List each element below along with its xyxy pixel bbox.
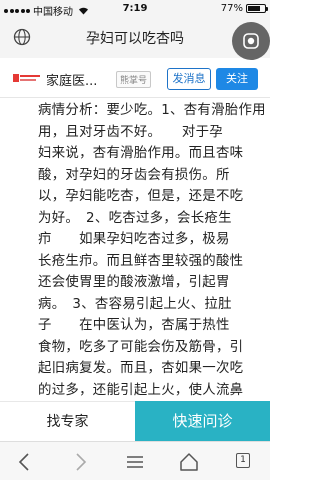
article-line: 妇来说，杏有滑胎作用。而且杏味 [38,146,244,161]
article-line: 病。 3、杏容易引起上火、拉肚 [38,296,232,312]
follow-button[interactable]: 关注 [216,68,258,90]
home-icon[interactable] [178,451,200,473]
battery-percent: 77% [220,3,243,14]
find-expert-button[interactable]: 找专家 [0,401,135,441]
forward-icon[interactable] [69,451,91,473]
article-line: 子 在中医认为，杏属于热性 [38,318,230,333]
source-name[interactable]: 家庭医... [46,70,97,89]
article-line: 为好。 2、吃杏过多，会长疮生 [38,210,232,226]
tabs-count: 1 [236,453,250,468]
article-line: 病情分析：要少吃。1、杏有滑胎作用 [38,103,264,118]
article-line: 长疮生疖。而且鲜杏里较强的酸性 [38,253,244,269]
back-icon[interactable] [14,451,36,473]
source-header: 家庭医... 熊掌号 发消息 关注 [0,58,270,98]
article-line: 的过多，还能引起上火，使人流鼻 [38,382,244,398]
battery-level [248,6,261,11]
page-title[interactable]: 孕妇可以吃杏吗 [40,28,230,48]
menu-icon[interactable] [124,451,146,473]
article-line: 酸，对孕妇的牙齿会有损伤。所 [38,167,230,183]
article-line: 还会使胃里的酸液激增，引起胃 [38,275,230,290]
article-line: 疖 如果孕妇吃杏过多，极易 [38,232,230,247]
browser-toolbar: 1 [0,441,270,480]
account-badge: 熊掌号 [116,71,152,88]
globe-icon[interactable] [12,27,32,47]
battery-icon [246,4,268,13]
article-line: 用，且对牙齿不好。 对于孕 [38,124,223,140]
article-line: 食物，吃多了可能会伤及筋骨，引 [38,339,244,355]
reload-icon [243,33,259,49]
article-line: 以，孕妇能吃杏，但是，还是不吃 [38,189,244,204]
send-message-button[interactable]: 发消息 [167,68,211,90]
source-logo [12,72,42,84]
status-bar: 中国移动 7:19 77% [0,0,270,18]
quick-consult-button[interactable]: 快速问诊 [135,401,270,441]
tabs-button[interactable]: 1 [236,453,258,475]
reload-button[interactable] [232,22,270,60]
action-bar: 找专家 快速问诊 [0,401,270,441]
address-bar: 孕妇可以吃杏吗 [0,18,270,58]
article-line: 起旧病复发。而且，杏如果一次吃 [38,361,244,376]
battery-group: 77% [220,3,268,14]
article-body: 病情分析：要少吃。1、杏有滑胎作用 用，且对牙齿不好。 对于孕妇来说，杏有滑胎作用… [38,100,264,406]
